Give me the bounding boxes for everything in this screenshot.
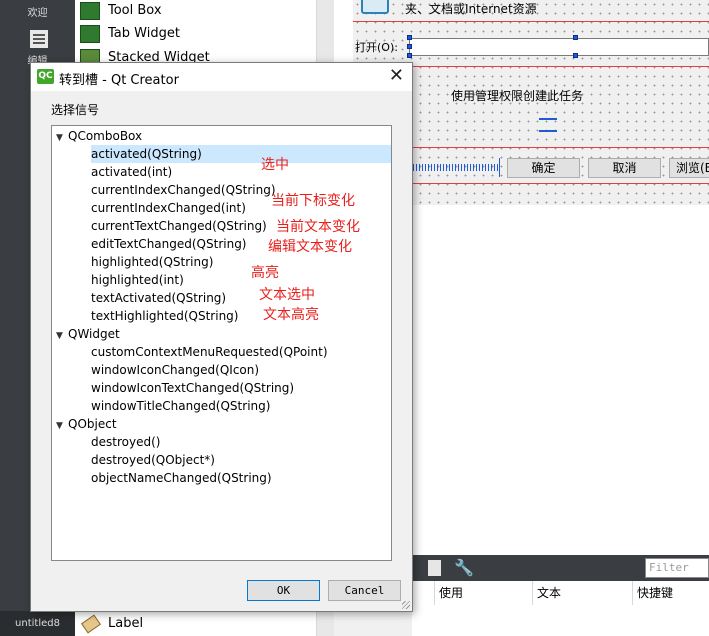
widget-item-label: Tab Widget	[108, 26, 180, 41]
signal-item[interactable]: destroyed()	[91, 433, 160, 451]
widget-item-tab-widget[interactable]: Tab Widget	[80, 23, 320, 45]
signal-item[interactable]: currentIndexChanged(int)	[91, 199, 246, 217]
annotation: 当前下标变化	[271, 193, 355, 209]
signal-item[interactable]: activated(QString)	[91, 145, 391, 163]
widget-item-label-text: Label	[108, 616, 144, 631]
close-icon[interactable]: ✕	[389, 66, 404, 86]
expand-arrow-icon[interactable]: ▼	[56, 129, 68, 147]
action-filter-input[interactable]: Filter	[645, 558, 709, 578]
select-signal-label: 选择信号	[51, 103, 100, 117]
dialog-titlebar[interactable]: QC 转到槽 - Qt Creator ✕	[31, 63, 412, 91]
form-browse-button[interactable]: 浏览(B	[669, 158, 709, 178]
annotation: 文本选中	[259, 287, 315, 303]
delete-action-icon[interactable]	[428, 560, 441, 576]
dialog-title: 转到槽 - Qt Creator	[59, 73, 179, 88]
signal-item[interactable]: editTextChanged(QString)	[91, 235, 247, 253]
signal-item[interactable]: windowIconTextChanged(QString)	[91, 379, 294, 397]
annotation: 选中	[261, 157, 289, 173]
ok-button[interactable]: OK	[247, 580, 320, 601]
annotation: 编辑文本变化	[268, 239, 352, 255]
wrench-icon[interactable]: 🔧	[454, 558, 474, 578]
signal-item[interactable]: highlighted(int)	[91, 271, 184, 289]
tree-class-node[interactable]: ▼ QWidget	[56, 325, 120, 343]
tab-widget-icon	[80, 25, 100, 43]
tree-class-label: QComboBox	[68, 129, 143, 143]
signal-item[interactable]: objectNameChanged(QString)	[91, 469, 272, 487]
mode-welcome[interactable]: 欢迎	[0, 4, 75, 19]
form-ok-button[interactable]: 确定	[507, 158, 580, 178]
vertical-spacer-icon	[539, 118, 557, 132]
annotation: 文本高亮	[263, 307, 319, 323]
tree-class-label: QObject	[68, 417, 117, 431]
open-combobox[interactable]	[409, 38, 709, 56]
tree-class-node[interactable]: ▼ QComboBox	[56, 127, 142, 145]
action-table-header: 使用 文本 快捷键	[412, 581, 709, 606]
open-label: 打开(O):	[355, 41, 398, 54]
signal-item[interactable]: highlighted(QString)	[91, 253, 213, 271]
qt-creator-icon: QC	[37, 69, 54, 84]
signal-item[interactable]: windowTitleChanged(QString)	[91, 397, 270, 415]
tree-class-node[interactable]: ▼ QObject	[56, 415, 117, 433]
project-selector[interactable]: untitled8	[0, 611, 75, 636]
action-table-body	[412, 605, 709, 636]
expand-arrow-icon[interactable]: ▼	[56, 417, 68, 435]
signal-item[interactable]: textActivated(QString)	[91, 289, 226, 307]
go-to-slot-dialog: QC 转到槽 - Qt Creator ✕ 选择信号 ▼ QComboBox act…	[30, 62, 413, 612]
resize-grip[interactable]	[402, 601, 410, 609]
column-header-used[interactable]: 使用	[434, 581, 535, 605]
signal-item[interactable]: customContextMenuRequested(QPoint)	[91, 343, 328, 361]
tree-class-label: QWidget	[68, 327, 120, 341]
signal-item[interactable]: activated(int)	[91, 163, 172, 181]
column-header-text[interactable]: 文本	[532, 581, 633, 605]
edit-icon[interactable]	[30, 30, 48, 48]
label-icon	[81, 614, 101, 634]
annotation: 当前文本变化	[276, 219, 360, 235]
signal-item[interactable]: textHighlighted(QString)	[91, 307, 238, 325]
signal-item[interactable]: windowIconChanged(QIcon)	[91, 361, 259, 379]
signal-item[interactable]: currentTextChanged(QString)	[91, 217, 267, 235]
annotation: 高亮	[251, 265, 279, 281]
form-description: 夹、文档或Internet资源	[405, 2, 537, 16]
run-icon	[361, 0, 389, 14]
widget-item-label[interactable]: Label	[80, 613, 320, 635]
form-cancel-button[interactable]: 取消	[588, 158, 661, 178]
expand-arrow-icon[interactable]: ▼	[56, 327, 68, 345]
admin-label: 使用管理权限创建此任务	[451, 89, 584, 103]
widget-item-toolbox[interactable]: Tool Box	[80, 0, 320, 22]
signal-item[interactable]: destroyed(QObject*)	[91, 451, 215, 469]
column-header-shortcut[interactable]: 快捷键	[632, 581, 709, 605]
cancel-button[interactable]: Cancel	[328, 580, 401, 601]
signal-item[interactable]: currentIndexChanged(QString)	[91, 181, 276, 199]
widget-item-label: Tool Box	[108, 3, 162, 18]
toolbox-icon	[80, 2, 100, 20]
horizontal-spacer-icon	[413, 164, 499, 171]
